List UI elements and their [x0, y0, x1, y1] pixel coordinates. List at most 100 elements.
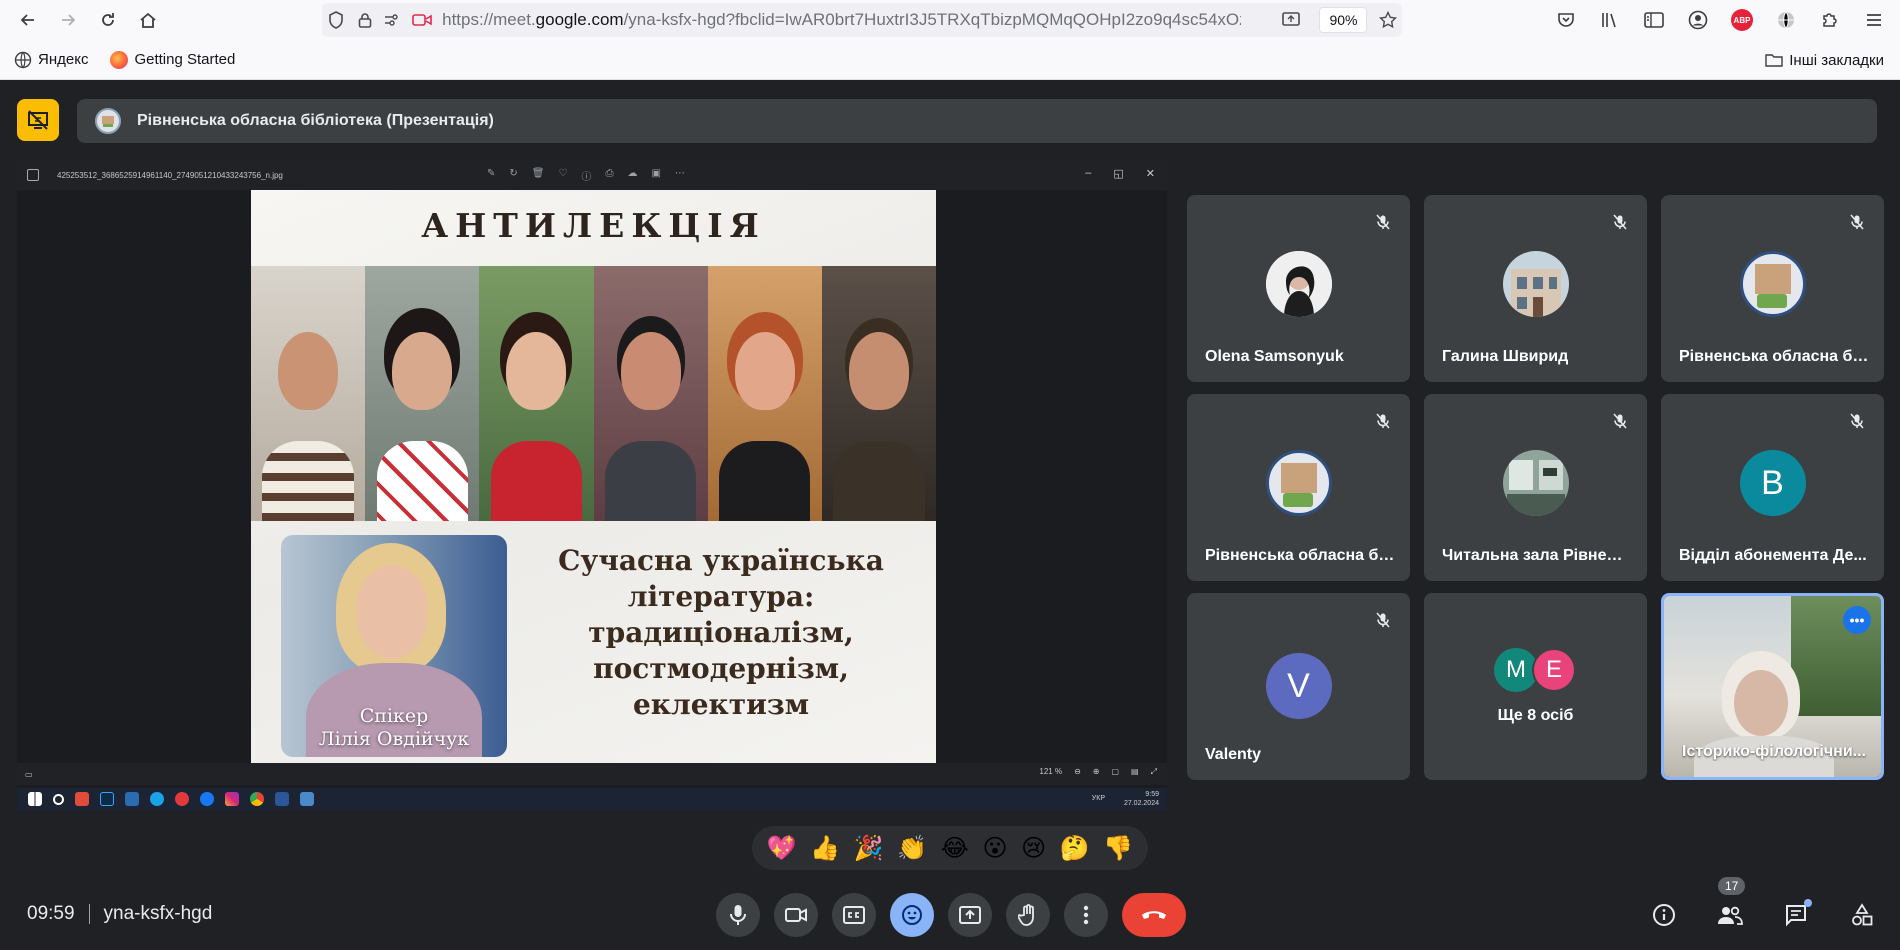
reload-icon[interactable]	[90, 2, 126, 38]
permissions-icon[interactable]	[379, 13, 408, 27]
leave-call-button[interactable]	[1122, 893, 1186, 937]
mic-off-icon	[1844, 408, 1870, 434]
participant-avatar	[1265, 251, 1332, 317]
raise-hand-button[interactable]	[1006, 893, 1050, 937]
reactions-button[interactable]	[890, 893, 934, 937]
participant-tile[interactable]: В Відділ абонемента Де...	[1661, 394, 1884, 581]
fit-icon: ▢	[1111, 767, 1120, 776]
url-text[interactable]: https://meet.google.com/yna-ksfx-hgd?fbc…	[442, 10, 1241, 30]
participant-tile[interactable]: Olena Samsonyuk	[1187, 195, 1410, 382]
home-icon[interactable]	[130, 2, 166, 38]
facebook-icon	[200, 792, 214, 806]
participant-name: Рівненська обласна бі...	[1679, 348, 1869, 365]
rotate-icon: ↻	[509, 168, 518, 179]
reaction-thumbs-up[interactable]: 👍	[810, 834, 840, 863]
pocket-icon[interactable]	[1548, 2, 1584, 38]
present-screen-button[interactable]	[948, 893, 992, 937]
participant-tile[interactable]: V Valenty	[1187, 593, 1410, 780]
adblock-plus-icon[interactable]: ABP	[1724, 2, 1760, 38]
participant-tile[interactable]: Читальна зала Рівненс...	[1424, 394, 1647, 581]
chat-button[interactable]	[1778, 897, 1814, 933]
extensions-icon[interactable]	[1812, 2, 1848, 38]
zoom-level-badge[interactable]: 90%	[1319, 7, 1368, 33]
captions-button[interactable]	[832, 893, 876, 937]
camera-sharing-icon[interactable]	[408, 13, 437, 27]
other-bookmarks[interactable]: Інші закладки	[1765, 40, 1884, 80]
bookmark-yandex[interactable]: Яндекс	[14, 51, 88, 69]
screen-share-indicator-icon[interactable]	[1277, 12, 1306, 28]
photoshop-icon	[100, 792, 114, 806]
reaction-laughing[interactable]: 😂	[941, 834, 969, 863]
globe-icon	[14, 51, 32, 68]
mic-off-icon	[1607, 209, 1633, 235]
bookmark-star-icon[interactable]	[1373, 11, 1402, 29]
participant-tile-active[interactable]: ••• Історико-філологічни...	[1661, 593, 1884, 780]
stop-presenting-button[interactable]	[17, 99, 59, 141]
more-vert-icon	[1083, 905, 1089, 925]
participant-tile[interactable]: Рівненська обласна бі...	[1187, 394, 1410, 581]
participant-tile[interactable]: Рівненська обласна бі...	[1661, 195, 1884, 382]
lecture-title-line: Сучасна українська	[558, 544, 884, 577]
reaction-clapping[interactable]: 👏	[897, 834, 927, 863]
menu-icon[interactable]	[1856, 2, 1892, 38]
bookmark-label: Getting Started	[134, 51, 236, 68]
actual-size-icon: ▤	[1131, 767, 1139, 776]
reaction-party-popper[interactable]: 🎉	[854, 834, 884, 863]
taskbar-active-app-icon	[300, 792, 314, 806]
camera-button[interactable]	[774, 893, 818, 937]
participant-letter-avatar: В	[1739, 450, 1806, 516]
reaction-sparkling-heart[interactable]: 💖	[767, 834, 797, 863]
library-logo-icon	[95, 108, 121, 134]
bookmark-getting-started[interactable]: Getting Started	[110, 50, 236, 69]
account-icon[interactable]	[1680, 2, 1716, 38]
info-icon	[1653, 904, 1675, 926]
participant-avatar	[1502, 450, 1569, 516]
taskbar-time: 9:59	[1145, 791, 1159, 798]
participant-name: Olena Samsonyuk	[1205, 348, 1344, 365]
chat-icon	[1786, 905, 1806, 927]
meeting-details-button[interactable]	[1646, 897, 1682, 933]
chat-notification-dot	[1804, 899, 1812, 907]
favorite-icon: ♡	[558, 168, 568, 179]
reaction-crying[interactable]: 😢	[1021, 834, 1046, 863]
info-icon: ⓘ	[581, 172, 592, 183]
sidebar-icon[interactable]	[1636, 2, 1672, 38]
presentation-stage: 425253512_3686525914961140_2749051210433…	[17, 160, 1167, 810]
microphone-button[interactable]	[716, 893, 760, 937]
library-icon[interactable]	[1592, 2, 1628, 38]
people-button[interactable]: 17	[1712, 877, 1748, 933]
participant-tile[interactable]: Галина Швирид	[1424, 195, 1647, 382]
speaker-role: Спікер	[359, 705, 429, 727]
reaction-thinking[interactable]: 🤔	[1060, 834, 1090, 863]
filmstrip-icon: ▭	[25, 769, 33, 779]
present-off-icon	[28, 110, 48, 130]
reaction-thumbs-down[interactable]: 👎	[1103, 834, 1133, 863]
delete-icon: 🗑	[531, 168, 545, 179]
shield-icon[interactable]	[322, 11, 351, 29]
participant-letter-avatar: E	[1532, 648, 1576, 692]
more-options-button[interactable]	[1064, 893, 1108, 937]
mic-off-icon	[1370, 607, 1396, 633]
url-bar[interactable]: https://meet.google.com/yna-ksfx-hgd?fbc…	[322, 3, 1402, 37]
reaction-surprised[interactable]: 😮	[982, 834, 1007, 863]
more-options-icon[interactable]: •••	[1843, 606, 1871, 634]
windows-start-icon	[28, 792, 42, 806]
lock-icon[interactable]	[351, 12, 380, 28]
meeting-time: 09:59	[27, 903, 75, 924]
folder-icon	[1765, 54, 1783, 67]
reactions-bar: 💖 👍 🎉 👏 😂 😮 😢 🤔 👎	[752, 826, 1148, 870]
slide-lecture-info: Спікер Лілія Овдійчук Сучасна українська…	[251, 521, 936, 763]
slide-image: АНТИЛЕКЦІЯ Спікер Лілія Овдійчук Сучасна…	[251, 190, 936, 763]
back-icon[interactable]	[10, 2, 46, 38]
more-participants-tile[interactable]: M E Ще 8 осіб	[1424, 593, 1647, 780]
present-to-all-icon	[959, 906, 981, 924]
globe-extension-icon[interactable]	[1768, 2, 1804, 38]
participant-name: Історико-філологічни...	[1682, 743, 1866, 760]
library-logo-avatar	[1265, 450, 1332, 516]
writer-photo	[479, 266, 594, 521]
app-icon: ▣	[651, 168, 661, 179]
image-viewer-statusbar: ▭ 121 % ⊖ ⊕ ▢ ▤ ⤢	[17, 763, 1167, 785]
forward-icon[interactable]	[50, 2, 86, 38]
activities-button[interactable]	[1844, 897, 1880, 933]
abp-badge-label: ABP	[1731, 9, 1753, 31]
